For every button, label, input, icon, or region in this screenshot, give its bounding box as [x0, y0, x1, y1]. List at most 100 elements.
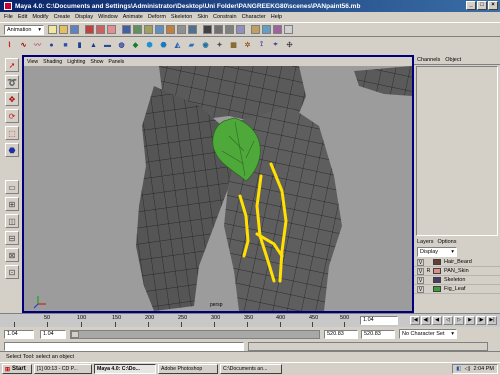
menu-constrain[interactable]: Constrain [213, 14, 237, 20]
render-globals-icon[interactable] [284, 25, 293, 34]
layer-visibility-toggle[interactable]: V [417, 285, 424, 293]
mask-dynamics-icon[interactable] [177, 25, 186, 34]
menu-create[interactable]: Create [54, 14, 71, 20]
hypershade-layout-icon[interactable]: ⊠ [5, 248, 19, 262]
play-backward-icon[interactable]: ◁ [443, 316, 453, 325]
persp-outliner-layout-icon[interactable]: ◫ [5, 214, 19, 228]
menu-deform[interactable]: Deform [148, 14, 166, 20]
mode-dropdown[interactable]: Animation ▾ [4, 24, 44, 35]
persp-graph-hypergraph-layout-icon[interactable]: ⊡ [5, 265, 19, 279]
render-icon[interactable] [262, 25, 271, 34]
select-tool-icon[interactable]: ➚ [5, 58, 19, 72]
playback-start-field[interactable]: 1.04 [40, 329, 66, 339]
plane-icon[interactable]: ▬ [102, 40, 113, 51]
new-scene-icon[interactable] [48, 25, 57, 34]
panel-menu-view[interactable]: View [27, 59, 38, 65]
torus-icon[interactable]: ◍ [116, 40, 127, 51]
manipulator-tool-icon[interactable]: ⬣ [5, 143, 19, 157]
joint-icon[interactable]: ⟟ [256, 40, 267, 51]
poly-cone-icon[interactable]: ◭ [172, 40, 183, 51]
task-explorer[interactable]: C:\Documents an... [220, 364, 282, 374]
perspective-viewport[interactable]: persp [24, 66, 412, 311]
snap-point-icon[interactable] [225, 25, 234, 34]
range-bar[interactable] [70, 329, 320, 339]
range-handle-left[interactable] [71, 330, 79, 338]
mask-deformers-icon[interactable] [166, 25, 175, 34]
menu-modify[interactable]: Modify [32, 14, 48, 20]
character-set-dropdown[interactable]: No Character Set ▾ [399, 329, 457, 339]
time-slider[interactable]: 50 100 150 200 250 300 350 400 450 500 1… [0, 313, 500, 327]
cv-curve-icon[interactable]: ∿ [18, 40, 29, 51]
select-hierarchy-icon[interactable] [85, 25, 94, 34]
volume-icon[interactable]: ◁) [464, 366, 470, 372]
save-scene-icon[interactable] [70, 25, 79, 34]
step-forward-key-icon[interactable]: |▶ [476, 316, 486, 325]
poly-plane-icon[interactable]: ▰ [186, 40, 197, 51]
start-time-field[interactable]: 1.04 [4, 329, 34, 339]
mask-handles-icon[interactable] [122, 25, 131, 34]
start-button[interactable]: ⊞ Start [2, 364, 32, 374]
cylinder-icon[interactable]: ▮ [74, 40, 85, 51]
tab-object[interactable]: Object [445, 57, 461, 63]
layer-row[interactable]: V Fig_Leaf [414, 285, 500, 294]
current-time-field[interactable]: 1.04 [360, 316, 398, 325]
layer-visibility-toggle[interactable]: V [417, 258, 424, 266]
single-perspective-layout-icon[interactable]: ▭ [5, 180, 19, 194]
camera-icon[interactable]: ◉ [200, 40, 211, 51]
persp-graph-layout-icon[interactable]: ⊟ [5, 231, 19, 245]
lattice-icon[interactable]: ▦ [228, 40, 239, 51]
snap-view-plane-icon[interactable] [236, 25, 245, 34]
panel-menu-panels[interactable]: Panels [108, 59, 124, 65]
rotate-tool-icon[interactable]: ⟳ [5, 109, 19, 123]
layer-visibility-toggle[interactable]: V [417, 276, 424, 284]
task-photoshop[interactable]: Adobe Photoshop [158, 364, 218, 374]
go-to-end-icon[interactable]: ▶| [487, 316, 497, 325]
layer-visibility-toggle[interactable]: V [417, 267, 424, 275]
menu-edit[interactable]: Edit [18, 14, 27, 20]
mel-input[interactable] [4, 342, 244, 351]
poly-sphere-icon[interactable]: ◆ [130, 40, 141, 51]
end-time-field[interactable]: 520.83 [361, 329, 395, 339]
poly-cylinder-icon[interactable]: ⬣ [158, 40, 169, 51]
go-to-start-icon[interactable]: |◀ [410, 316, 420, 325]
menu-file[interactable]: File [4, 14, 13, 20]
menu-character[interactable]: Character [242, 14, 266, 20]
task-maya[interactable]: Maya 4.0: C:\Do... [94, 364, 156, 374]
minimize-button[interactable]: _ [466, 1, 476, 10]
layer-reference-toggle[interactable]: R [425, 268, 432, 274]
layer-color-swatch[interactable] [433, 259, 441, 265]
menu-window[interactable]: Window [98, 14, 118, 20]
pencil-curve-icon[interactable]: 〰 [32, 40, 43, 51]
layer-type-dropdown[interactable]: Display ▾ [417, 247, 457, 257]
panel-menu-shading[interactable]: Shading [43, 59, 62, 65]
menu-display[interactable]: Display [75, 14, 93, 20]
ep-curve-icon[interactable]: ⌇ [4, 40, 15, 51]
lasso-tool-icon[interactable]: ➰ [5, 75, 19, 89]
layer-color-swatch[interactable] [433, 286, 441, 292]
open-scene-icon[interactable] [59, 25, 68, 34]
layer-color-swatch[interactable] [433, 268, 441, 274]
ipr-render-icon[interactable] [273, 25, 282, 34]
select-component-icon[interactable] [107, 25, 116, 34]
move-tool-icon[interactable]: ✥ [5, 92, 19, 106]
ik-handle-icon[interactable]: ⌖ [270, 40, 281, 51]
scale-tool-icon[interactable]: ⬚ [5, 126, 19, 140]
layer-row[interactable]: V R PAN_Skin [414, 267, 500, 276]
layer-color-swatch[interactable] [433, 277, 441, 283]
layer-row[interactable]: V Skeleton [414, 276, 500, 285]
panel-menu-show[interactable]: Show [90, 59, 103, 65]
layer-row[interactable]: V Hair_Beard [414, 258, 500, 267]
cluster-icon[interactable]: ✲ [242, 40, 253, 51]
play-forward-icon[interactable]: ▷ [454, 316, 464, 325]
light-icon[interactable]: ✦ [214, 40, 225, 51]
mask-rendering-icon[interactable] [188, 25, 197, 34]
snap-curve-icon[interactable] [214, 25, 223, 34]
maximize-button[interactable]: □ [477, 1, 487, 10]
snap-grid-icon[interactable] [203, 25, 212, 34]
step-back-frame-icon[interactable]: ◀ [432, 316, 442, 325]
four-view-layout-icon[interactable]: ⊞ [5, 197, 19, 211]
cube-icon[interactable]: ■ [60, 40, 71, 51]
sphere-icon[interactable]: ● [46, 40, 57, 51]
select-object-icon[interactable] [96, 25, 105, 34]
cone-icon[interactable]: ▲ [88, 40, 99, 51]
